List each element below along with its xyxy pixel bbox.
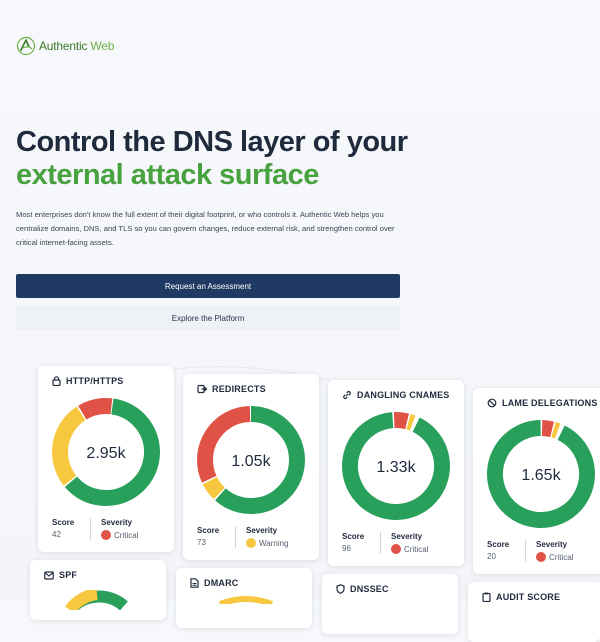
donut-center-value: 1.65k: [521, 467, 561, 484]
severity-label: Severity: [536, 540, 568, 549]
metric-card-http-https[interactable]: HTTP/HTTPS 2.95k Score 42 Severity Critica…: [38, 366, 174, 552]
brand-name: Authentic Web: [39, 39, 115, 53]
severity-value: Critical: [549, 552, 574, 562]
severity-dot: [101, 530, 111, 540]
score-label: Score: [487, 540, 510, 549]
card-stats: Score 96 Severity Critical: [342, 532, 428, 554]
mail-icon: [44, 570, 54, 580]
authentic-web-logo-icon: [16, 36, 36, 56]
severity-dot: [246, 538, 256, 548]
score-value: 96: [342, 544, 351, 553]
lock-icon: [52, 376, 61, 386]
redirect-icon: [197, 384, 207, 394]
severity-label: Severity: [246, 526, 278, 535]
hero-description: Most enterprises don't know the full ext…: [16, 210, 395, 247]
severity-value: Critical: [114, 530, 139, 540]
card-title: HTTP/HTTPS: [52, 376, 124, 386]
score-label: Score: [342, 532, 365, 541]
score-value: 73: [197, 538, 206, 547]
hero-title-line2: external attack surface: [16, 159, 319, 191]
hero-title-line1: Control the DNS layer of your: [16, 126, 408, 158]
request-assessment-button[interactable]: Request an Assessment: [16, 274, 400, 298]
severity-value: Critical: [404, 544, 429, 554]
severity-label: Severity: [391, 532, 423, 541]
score-label: Score: [197, 526, 220, 535]
donut-center-value: 1.05k: [231, 453, 271, 470]
card-title: DNSSEC: [336, 584, 389, 594]
score-label: Score: [52, 518, 75, 527]
donut-chart-partial: [65, 590, 133, 610]
card-title: LAME DELEGATIONS: [487, 398, 598, 408]
metric-card-spf[interactable]: SPF: [30, 560, 166, 620]
donut-chart: 1.33k: [342, 412, 450, 520]
severity-value: Warning: [259, 538, 289, 548]
donut-chart: 1.05k: [197, 406, 305, 514]
severity-dot: [536, 552, 546, 562]
card-stats: Score 73 Severity Warning: [197, 526, 289, 548]
metric-card-audit-score[interactable]: AUDIT SCORE: [468, 582, 600, 642]
severity-label: Severity: [101, 518, 133, 527]
card-title: REDIRECTS: [197, 384, 266, 394]
card-title: DANGLING CNAMES: [342, 390, 450, 400]
card-title: AUDIT SCORE: [482, 592, 560, 602]
hero-title: Control the DNS layer of your external a…: [16, 126, 408, 192]
severity-dot: [391, 544, 401, 554]
donut-chart: 2.95k: [51, 398, 160, 506]
metric-card-dangling-cnames[interactable]: DANGLING CNAMES 1.33k Score 96 Severity Cr…: [328, 380, 464, 566]
card-stats: Score 20 Severity Critical: [487, 540, 573, 562]
shield-icon: [336, 584, 345, 594]
brand-logo[interactable]: Authentic Web: [16, 36, 114, 56]
ban-icon: [487, 398, 497, 408]
metric-card-dnssec[interactable]: DNSSEC: [322, 574, 458, 634]
explore-platform-button[interactable]: Explore the Platform: [16, 306, 400, 330]
document-icon: [190, 578, 199, 588]
donut-center-value: 2.95k: [86, 445, 126, 462]
card-title: DMARC: [190, 578, 239, 588]
card-title: SPF: [44, 570, 77, 580]
donut-center-value: 1.33k: [376, 459, 416, 476]
metric-card-lame-delegations[interactable]: LAME DELEGATIONS 1.65k Score 20 Severity C…: [473, 388, 600, 574]
link-icon: [343, 390, 351, 400]
donut-chart: 1.65k: [487, 420, 595, 528]
donut-chart-partial: [218, 596, 274, 604]
score-value: 42: [52, 530, 61, 539]
metric-card-redirects[interactable]: REDIRECTS 1.05k Score 73 Severity Warning: [183, 374, 319, 560]
metric-card-dmarc[interactable]: DMARC: [176, 568, 312, 628]
card-stats: Score 42 Severity Critical: [52, 518, 138, 540]
score-value: 20: [487, 552, 496, 561]
clipboard-icon: [482, 592, 491, 602]
